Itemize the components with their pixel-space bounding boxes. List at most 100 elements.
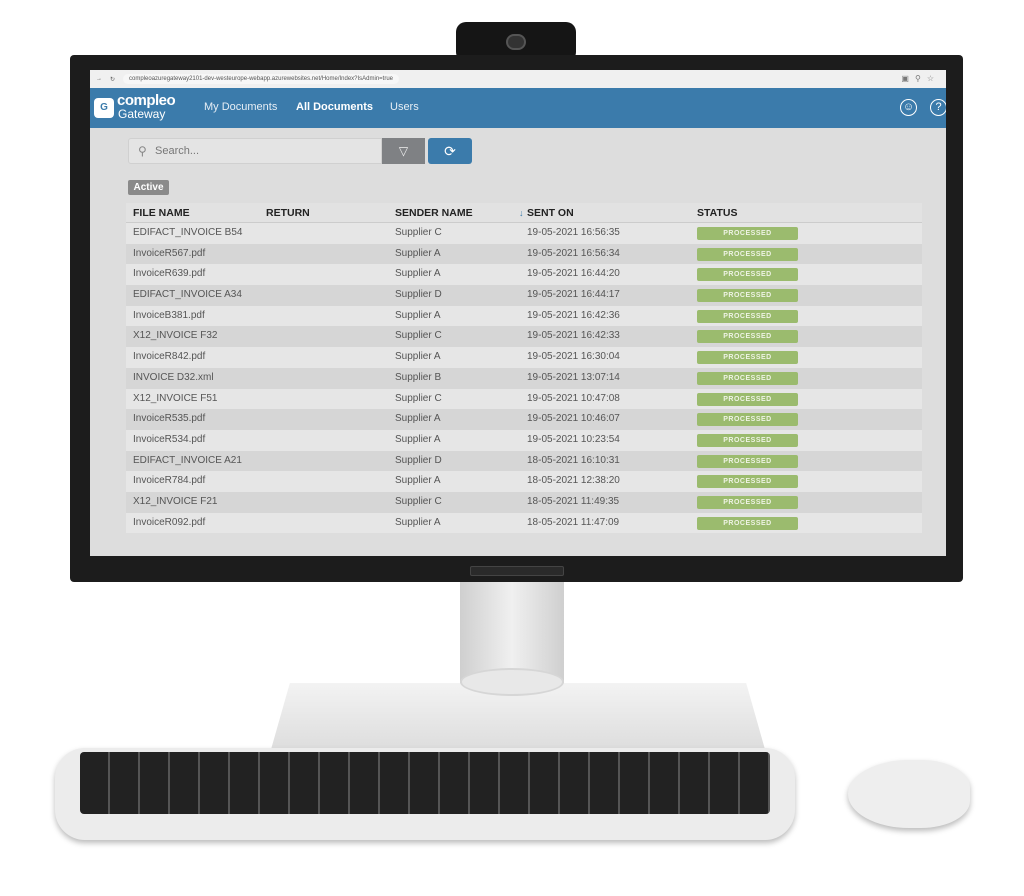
- brand-subtitle: Gateway: [118, 107, 166, 121]
- status-badge: PROCESSED: [697, 433, 798, 447]
- keyboard-keys: [80, 752, 770, 814]
- cell-file-name: InvoiceR784.pdf: [133, 475, 206, 487]
- cell-sender-name: Supplier A: [395, 516, 441, 528]
- cell-sent-on: 19-05-2021 16:56:35: [527, 227, 620, 238]
- table-row[interactable]: X12_INVOICE F21 Supplier C 18-05-2021 11:4…: [126, 491, 922, 513]
- status-badge: PROCESSED: [697, 330, 798, 344]
- cell-file-name: EDIFACT_INVOICE A21: [133, 454, 242, 466]
- cell-sender-name: Supplier A: [395, 475, 441, 487]
- cell-file-name: InvoiceR639.pdf: [133, 268, 206, 280]
- column-status[interactable]: STATUS: [697, 203, 737, 223]
- cell-file-name: InvoiceR092.pdf: [133, 516, 206, 528]
- table-row[interactable]: InvoiceB381.pdf Supplier A 19-05-2021 16:4…: [126, 305, 922, 327]
- search-input[interactable]: Search...: [128, 138, 382, 164]
- cell-sent-on: 19-05-2021 13:07:14: [527, 371, 620, 383]
- cell-sender-name: Supplier A: [395, 413, 441, 425]
- url-field[interactable]: compleoazuregateway2101-dev-westeurope-w…: [123, 74, 400, 84]
- cell-sender-name: Supplier A: [395, 351, 441, 363]
- column-file-name[interactable]: FILE NAME: [133, 203, 190, 223]
- status-badge: PROCESSED: [697, 247, 798, 261]
- cell-file-name: InvoiceR534.pdf: [133, 433, 206, 445]
- table-row[interactable]: EDIFACT_INVOICE A21 Supplier D 18-05-2021 …: [126, 450, 922, 472]
- nav-users[interactable]: Users: [390, 101, 419, 113]
- cell-file-name: EDIFACT_INVOICE B54: [133, 227, 243, 238]
- table-row[interactable]: X12_INVOICE F32 Supplier C 19-05-2021 16:4…: [126, 326, 922, 348]
- help-icon[interactable]: ?: [930, 99, 946, 116]
- reload-icon[interactable]: ↻: [110, 76, 115, 83]
- webcam-lens: [506, 34, 526, 50]
- nav-my-documents[interactable]: My Documents: [204, 101, 277, 113]
- cell-sender-name: Supplier A: [395, 309, 441, 321]
- cell-sent-on: 19-05-2021 10:23:54: [527, 433, 620, 445]
- status-badge: PROCESSED: [697, 454, 798, 468]
- active-filter-badge[interactable]: Active: [128, 180, 169, 195]
- search-icon: ⚲: [138, 144, 147, 158]
- table-row[interactable]: INVOICE D32.xml Supplier B 19-05-2021 13:0…: [126, 367, 922, 389]
- cell-sent-on: 18-05-2021 16:10:31: [527, 454, 620, 466]
- column-sent-on[interactable]: SENT ON: [527, 203, 574, 223]
- cell-sent-on: 19-05-2021 16:42:36: [527, 309, 620, 321]
- cell-sent-on: 19-05-2021 10:46:07: [527, 413, 620, 425]
- cell-sent-on: 19-05-2021 16:42:33: [527, 330, 620, 342]
- cell-sender-name: Supplier B: [395, 371, 442, 383]
- status-badge: PROCESSED: [697, 516, 798, 530]
- status-badge: PROCESSED: [697, 268, 798, 282]
- browser-actions-icon[interactable]: ▣⚲☆: [901, 74, 940, 83]
- status-badge: PROCESSED: [697, 392, 798, 406]
- monitor-logo-bar: [470, 566, 564, 576]
- table-row[interactable]: InvoiceR842.pdf Supplier A 19-05-2021 16:3…: [126, 347, 922, 368]
- cell-file-name: InvoiceR842.pdf: [133, 351, 206, 363]
- cell-sent-on: 19-05-2021 16:30:04: [527, 351, 620, 363]
- table-body: EDIFACT_INVOICE B54 Supplier C 19-05-2021 …: [126, 223, 922, 534]
- app-header: G compleo Gateway My Documents All Docum…: [90, 88, 946, 128]
- table-row[interactable]: EDIFACT_INVOICE B54 Supplier C 19-05-2021 …: [126, 223, 922, 244]
- cell-sender-name: Supplier D: [395, 454, 442, 466]
- cell-sent-on: 18-05-2021 12:38:20: [527, 475, 620, 487]
- user-circle-icon[interactable]: ☺: [900, 99, 917, 116]
- table-row[interactable]: InvoiceR784.pdf Supplier A 18-05-2021 12:3…: [126, 471, 922, 492]
- cell-file-name: X12_INVOICE F32: [133, 330, 218, 342]
- filter-icon: ▽: [398, 144, 409, 158]
- cell-sender-name: Supplier D: [395, 289, 442, 301]
- cell-sent-on: 19-05-2021 10:47:08: [527, 392, 620, 404]
- cell-file-name: InvoiceR567.pdf: [133, 247, 206, 259]
- cell-sender-name: Supplier A: [395, 433, 441, 445]
- cell-file-name: InvoiceR535.pdf: [133, 413, 206, 425]
- nav-all-documents[interactable]: All Documents: [296, 101, 373, 113]
- cell-sent-on: 19-05-2021 16:44:20: [527, 268, 620, 280]
- table-row[interactable]: InvoiceR567.pdf Supplier A 19-05-2021 16:5…: [126, 243, 922, 265]
- cell-sent-on: 18-05-2021 11:47:09: [527, 516, 620, 528]
- filter-button[interactable]: ▽: [382, 138, 425, 164]
- column-return[interactable]: RETURN: [266, 203, 310, 223]
- refresh-button[interactable]: ⟳: [428, 138, 472, 164]
- cell-sender-name: Supplier C: [395, 227, 442, 238]
- table-row[interactable]: InvoiceR534.pdf Supplier A 19-05-2021 10:2…: [126, 429, 922, 451]
- cell-sender-name: Supplier C: [395, 330, 442, 342]
- status-badge: PROCESSED: [697, 289, 798, 303]
- status-badge: PROCESSED: [697, 495, 798, 509]
- status-badge: PROCESSED: [697, 227, 798, 240]
- status-badge: PROCESSED: [697, 475, 798, 489]
- column-sender-name[interactable]: SENDER NAME: [395, 203, 473, 223]
- mouse: [848, 760, 970, 828]
- cell-sender-name: Supplier C: [395, 495, 442, 507]
- app-screen: → ↻ compleoazuregateway2101-dev-westeuro…: [90, 70, 946, 556]
- back-icon[interactable]: →: [96, 76, 102, 82]
- table-row[interactable]: X12_INVOICE F51 Supplier C 19-05-2021 10:4…: [126, 388, 922, 410]
- cell-sender-name: Supplier A: [395, 268, 441, 280]
- cell-file-name: X12_INVOICE F51: [133, 392, 218, 404]
- refresh-icon: ⟳: [444, 143, 456, 159]
- table-row[interactable]: EDIFACT_INVOICE A34 Supplier D 19-05-2021 …: [126, 285, 922, 306]
- table-row[interactable]: InvoiceR092.pdf Supplier A 18-05-2021 11:4…: [126, 512, 922, 534]
- cell-file-name: EDIFACT_INVOICE A34: [133, 289, 242, 301]
- cell-sender-name: Supplier A: [395, 247, 441, 259]
- documents-table: FILE NAME RETURN SENDER NAME ↓ SENT ON S…: [126, 203, 922, 534]
- status-badge: PROCESSED: [697, 309, 798, 323]
- cell-file-name: X12_INVOICE F21: [133, 495, 218, 507]
- table-row[interactable]: InvoiceR535.pdf Supplier A 19-05-2021 10:4…: [126, 409, 922, 430]
- stand-hub: [460, 668, 564, 696]
- cell-file-name: InvoiceB381.pdf: [133, 309, 205, 321]
- table-row[interactable]: InvoiceR639.pdf Supplier A 19-05-2021 16:4…: [126, 264, 922, 286]
- cell-sent-on: 19-05-2021 16:56:34: [527, 247, 620, 259]
- cell-sender-name: Supplier C: [395, 392, 442, 404]
